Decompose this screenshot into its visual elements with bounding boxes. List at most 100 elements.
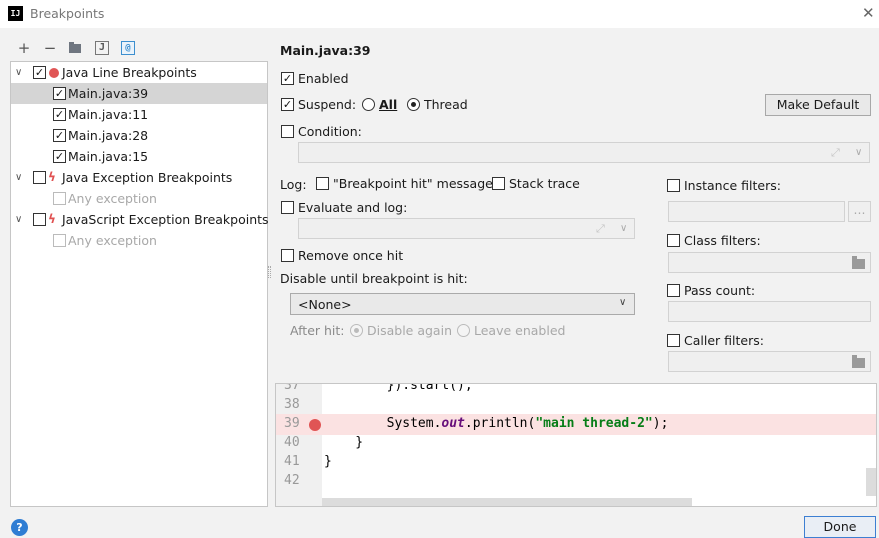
class-filters-input[interactable] xyxy=(668,252,871,273)
suspend-thread-radio[interactable] xyxy=(407,98,420,111)
tree-item-main-java-11[interactable]: ✓ Main.java:11 xyxy=(11,104,267,125)
pass-count-input[interactable] xyxy=(668,301,871,322)
chevron-down-icon[interactable]: ∨ xyxy=(855,147,862,158)
disable-again-radio[interactable] xyxy=(350,324,363,337)
remove-once-hit-label: Remove once hit xyxy=(298,248,404,263)
code-text: ); xyxy=(652,416,669,431)
done-button[interactable]: Done xyxy=(804,516,876,538)
evaluate-and-log-label: Evaluate and log: xyxy=(298,200,408,215)
close-icon: ✕ xyxy=(862,4,875,22)
tree-item-label: Any exception xyxy=(68,233,157,248)
code-preview[interactable]: 37 }).start(); 38 39 System.out.println(… xyxy=(275,383,877,507)
group-by-package-button[interactable] xyxy=(67,40,83,56)
vertical-scrollbar[interactable] xyxy=(866,468,876,496)
condition-checkbox[interactable] xyxy=(281,125,294,138)
group-checkbox[interactable]: ✓ xyxy=(33,66,46,79)
suspend-all-label: All xyxy=(379,97,398,112)
chevron-down-icon[interactable]: ∨ xyxy=(15,167,22,188)
remove-breakpoint-button[interactable]: − xyxy=(42,40,58,56)
disable-again-label: Disable again xyxy=(367,323,452,338)
line-number: 37 xyxy=(284,383,300,393)
log-label: Log: xyxy=(280,177,307,192)
stack-trace-checkbox[interactable] xyxy=(492,177,505,190)
instance-filters-checkbox[interactable] xyxy=(667,179,680,192)
item-checkbox[interactable]: ✓ xyxy=(53,129,66,142)
after-hit-label: After hit: xyxy=(290,323,345,338)
expand-icon[interactable]: ⤢ xyxy=(596,222,605,236)
breakpoint-marker-icon[interactable] xyxy=(309,419,321,431)
item-checkbox[interactable]: ✓ xyxy=(53,87,66,100)
item-checkbox[interactable]: ✓ xyxy=(53,108,66,121)
group-by-class-button[interactable]: J xyxy=(95,41,109,55)
code-string: "main thread-2" xyxy=(535,416,653,431)
tree-group-javascript-exception-breakpoints[interactable]: ∨ ϟ JavaScript Exception Breakpoints xyxy=(11,209,269,230)
close-window-button[interactable]: ✕ xyxy=(862,4,875,22)
breakpoint-title: Main.java:39 xyxy=(280,43,371,58)
leave-enabled-radio[interactable] xyxy=(457,324,470,337)
code-field: out xyxy=(441,416,465,431)
suspend-label: Suspend: xyxy=(298,97,357,112)
group-checkbox[interactable] xyxy=(33,213,46,226)
suspend-all-radio[interactable] xyxy=(362,98,375,111)
tree-item-label: Main.java:28 xyxy=(68,128,149,143)
tree-group-java-line-breakpoints[interactable]: ∨ ✓ Java Line Breakpoints xyxy=(11,62,267,83)
minus-icon: − xyxy=(43,39,57,57)
line-breakpoint-icon xyxy=(49,68,59,78)
tree-item-any-exception[interactable]: Any exception xyxy=(11,230,267,251)
pass-count-checkbox[interactable] xyxy=(667,284,680,297)
item-checkbox[interactable] xyxy=(53,234,66,247)
line-number: 40 xyxy=(284,435,300,450)
remove-once-hit-checkbox[interactable] xyxy=(281,249,294,262)
breakpoint-tree[interactable]: ∨ ✓ Java Line Breakpoints ✓ Main.java:39… xyxy=(10,61,269,507)
group-checkbox[interactable] xyxy=(33,171,46,184)
chevron-down-icon: ∨ xyxy=(619,297,627,308)
instance-filters-browse-button[interactable]: ... xyxy=(848,201,871,222)
folder-icon[interactable] xyxy=(852,355,865,368)
plus-icon: + xyxy=(17,39,31,57)
evaluate-and-log-input[interactable]: ⤢ ∨ xyxy=(298,218,635,239)
line-number: 39 xyxy=(284,416,300,431)
horizontal-scrollbar[interactable] xyxy=(322,498,692,506)
condition-input[interactable]: ⤢ ∨ xyxy=(298,142,870,163)
tree-item-main-java-39[interactable]: ✓ Main.java:39 xyxy=(11,83,267,104)
tree-group-java-exception-breakpoints[interactable]: ∨ ϟ Java Exception Breakpoints xyxy=(11,167,267,188)
enabled-checkbox[interactable]: ✓ xyxy=(281,72,294,85)
caller-filters-checkbox[interactable] xyxy=(667,334,680,347)
make-default-button[interactable]: Make Default xyxy=(765,94,871,116)
group-by-file-button[interactable]: @ xyxy=(121,41,135,55)
leave-enabled-label: Leave enabled xyxy=(474,323,566,338)
caller-filters-input[interactable] xyxy=(668,351,871,372)
question-icon: ? xyxy=(16,521,23,534)
suspend-checkbox[interactable]: ✓ xyxy=(281,98,294,111)
tree-item-main-java-15[interactable]: ✓ Main.java:15 xyxy=(11,146,267,167)
chevron-down-icon[interactable]: ∨ xyxy=(15,62,22,83)
pass-count-label: Pass count: xyxy=(684,283,756,298)
chevron-down-icon[interactable]: ∨ xyxy=(620,223,627,234)
instance-filters-input[interactable] xyxy=(668,201,845,222)
class-bracket-icon: J xyxy=(98,42,106,53)
code-line: } xyxy=(324,435,364,450)
suspend-thread-label: Thread xyxy=(424,97,468,112)
class-filters-checkbox[interactable] xyxy=(667,234,680,247)
tree-item-label: Main.java:15 xyxy=(68,149,149,164)
folder-icon[interactable] xyxy=(852,256,865,269)
chevron-down-icon[interactable]: ∨ xyxy=(15,209,22,230)
log-message-checkbox[interactable] xyxy=(316,177,329,190)
code-line: }).start(); xyxy=(324,383,473,393)
expand-icon[interactable]: ⤢ xyxy=(831,146,840,160)
panel-splitter[interactable] xyxy=(268,266,271,278)
tree-item-label: Main.java:39 xyxy=(68,86,149,101)
disable-until-select[interactable]: <None> ∨ xyxy=(290,293,635,315)
tree-item-main-java-28[interactable]: ✓ Main.java:28 xyxy=(11,125,267,146)
add-breakpoint-button[interactable]: + xyxy=(16,40,32,56)
tree-item-any-exception[interactable]: Any exception xyxy=(11,188,267,209)
exception-bolt-icon: ϟ xyxy=(48,170,56,184)
instance-filters-label: Instance filters: xyxy=(684,178,781,193)
help-button[interactable]: ? xyxy=(11,519,28,536)
tree-group-label: JavaScript Exception Breakpoints xyxy=(62,212,269,227)
intellij-app-icon: IJ xyxy=(8,6,23,21)
item-checkbox[interactable] xyxy=(53,192,66,205)
code-text: System. xyxy=(324,416,442,431)
evaluate-and-log-checkbox[interactable] xyxy=(281,201,294,214)
item-checkbox[interactable]: ✓ xyxy=(53,150,66,163)
